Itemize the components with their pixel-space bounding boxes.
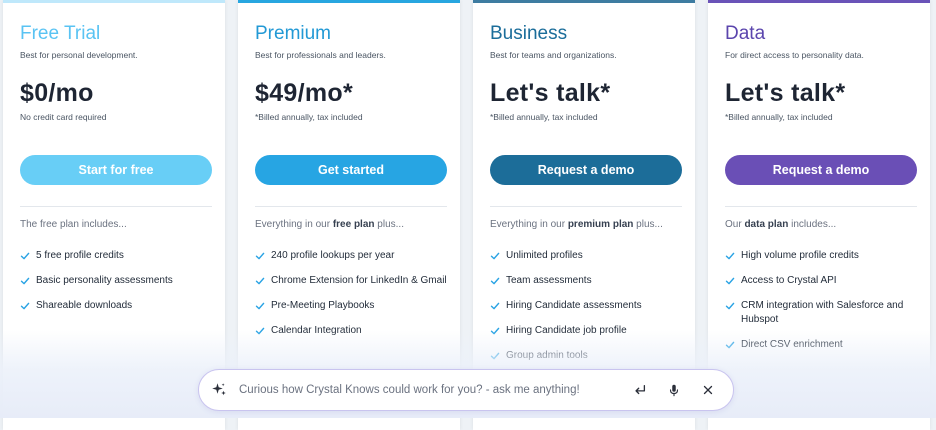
plan-subtitle: Best for personal development. [20, 50, 138, 60]
feature-item: Direct CSV enrichment [725, 338, 920, 352]
plan-subtitle: Best for professionals and leaders. [255, 50, 386, 60]
sparkle-icon [210, 381, 228, 399]
check-icon [725, 249, 735, 263]
request-demo-button[interactable]: Request a demo [490, 155, 682, 185]
plan-title: Data [725, 23, 766, 44]
microphone-icon[interactable] [665, 381, 683, 399]
divider [490, 206, 682, 207]
plan-price: $49/mo* [255, 79, 353, 107]
plan-includes: Everything in our premium plan plus... [490, 219, 663, 230]
check-icon [255, 299, 265, 313]
check-icon [725, 338, 735, 352]
get-started-button[interactable]: Get started [255, 155, 447, 185]
plan-price-note: No credit card required [20, 112, 107, 122]
check-icon [20, 299, 30, 313]
check-icon [490, 299, 500, 313]
plan-includes: The free plan includes... [20, 219, 127, 230]
divider [20, 206, 212, 207]
feature-item: CRM integration with Salesforce and Hubs… [725, 299, 920, 327]
feature-list: 240 profile lookups per year Chrome Exte… [255, 249, 450, 349]
check-icon [255, 324, 265, 338]
feature-item: Unlimited profiles [490, 249, 685, 263]
plan-title: Business [490, 23, 568, 44]
plan-title: Premium [255, 23, 332, 44]
feature-item: Hiring Candidate job profile [490, 324, 685, 338]
close-icon[interactable] [699, 381, 717, 399]
plan-includes: Our data plan includes... [725, 219, 837, 230]
divider [255, 206, 447, 207]
feature-item: Hiring Candidate assessments [490, 299, 685, 313]
check-icon [725, 274, 735, 288]
feature-item: Shareable downloads [20, 299, 215, 313]
plan-subtitle: For direct access to personality data. [725, 50, 864, 60]
plan-title: Free Trial [20, 23, 101, 44]
check-icon [255, 274, 265, 288]
feature-item: Basic personality assessments [20, 274, 215, 288]
plan-includes: Everything in our free plan plus... [255, 219, 404, 230]
feature-list: Unlimited profiles Team assessments Hiri… [490, 249, 685, 374]
feature-item: 5 free profile credits [20, 249, 215, 263]
feature-item: Calendar Integration [255, 324, 450, 338]
feature-item: 240 profile lookups per year [255, 249, 450, 263]
feature-list: High volume profile credits Access to Cr… [725, 249, 920, 363]
plan-card-free: Free Trial Best for personal development… [3, 0, 225, 430]
plan-card-business: Business Best for teams and organization… [473, 0, 695, 430]
plan-price-note: *Billed annually, tax included [255, 112, 363, 122]
enter-icon[interactable] [631, 381, 649, 399]
check-icon [20, 274, 30, 288]
plan-subtitle: Best for teams and organizations. [490, 50, 617, 60]
check-icon [490, 324, 500, 338]
check-icon [490, 249, 500, 263]
feature-item: Pre-Meeting Playbooks [255, 299, 450, 313]
request-demo-button[interactable]: Request a demo [725, 155, 917, 185]
plan-price: Let's talk* [490, 79, 611, 107]
ask-anything-bar [198, 369, 734, 411]
ask-input[interactable] [237, 383, 631, 397]
feature-item: Chrome Extension for LinkedIn & Gmail [255, 274, 450, 288]
pricing-cards: Free Trial Best for personal development… [0, 0, 936, 430]
check-icon [255, 249, 265, 263]
feature-item: High volume profile credits [725, 249, 920, 263]
feature-item: Access to Crystal API [725, 274, 920, 288]
feature-item: Group admin tools [490, 349, 685, 363]
check-icon [725, 299, 735, 313]
start-for-free-button[interactable]: Start for free [20, 155, 212, 185]
plan-card-data: Data For direct access to personality da… [708, 0, 930, 430]
plan-price: $0/mo [20, 79, 94, 107]
plan-card-premium: Premium Best for professionals and leade… [238, 0, 460, 430]
check-icon [490, 274, 500, 288]
check-icon [490, 349, 500, 363]
check-icon [20, 249, 30, 263]
plan-price-note: *Billed annually, tax included [725, 112, 833, 122]
plan-price-note: *Billed annually, tax included [490, 112, 598, 122]
plan-price: Let's talk* [725, 79, 846, 107]
divider [725, 206, 917, 207]
feature-item: Team assessments [490, 274, 685, 288]
feature-list: 5 free profile credits Basic personality… [20, 249, 215, 324]
